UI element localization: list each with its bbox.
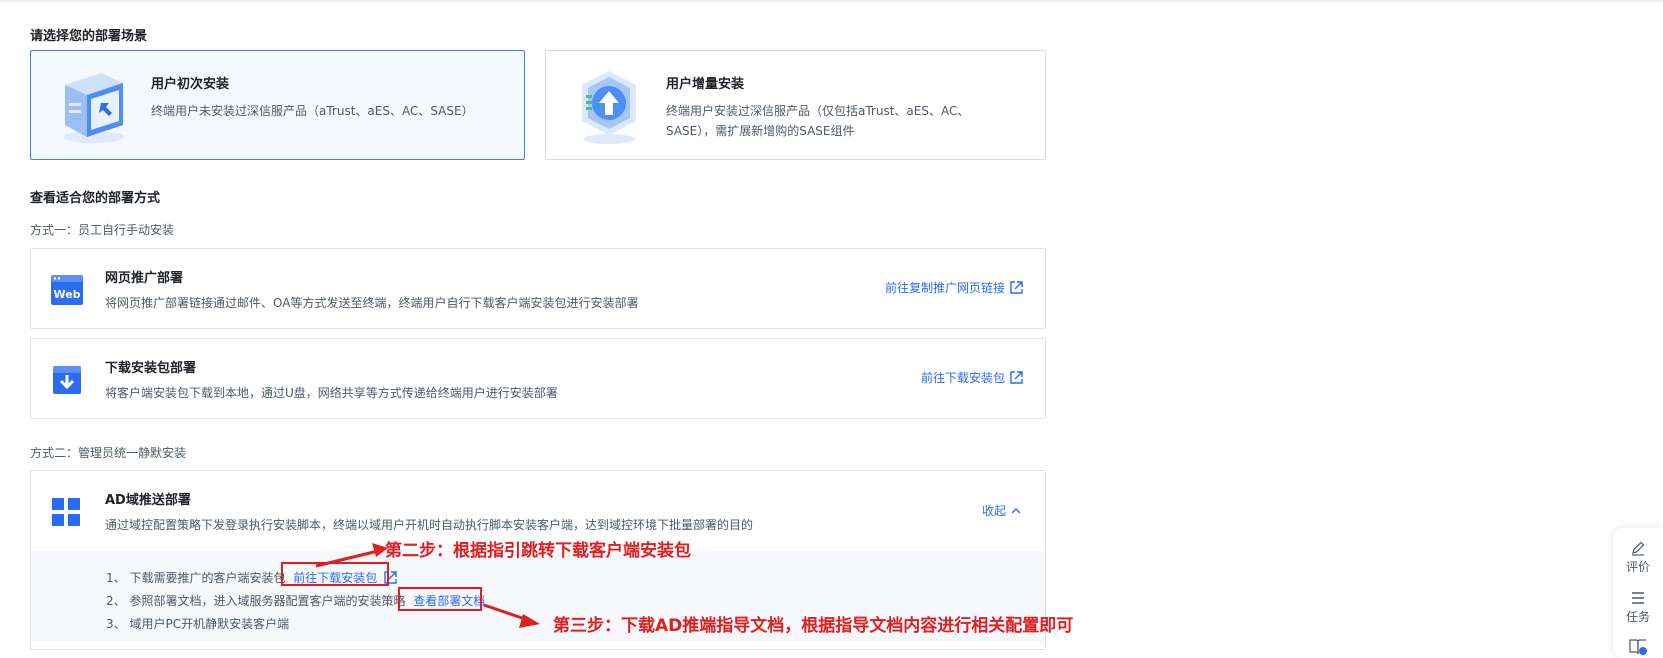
- review-label: 评价: [1625, 560, 1650, 574]
- method-card-web: Web 网页推广部署 将网页推广部署链接通过邮件、OA等方式发送至终端，终端用户…: [30, 248, 1046, 329]
- method-title: 网页推广部署: [105, 271, 184, 286]
- scene-desc: 终端用户未安装过深信服产品（aTrust、aES、AC、SASE）: [151, 104, 474, 118]
- manual-button[interactable]: [1613, 638, 1663, 658]
- method-title: AD域推送部署: [105, 493, 191, 508]
- task-button[interactable]: 任务: [1613, 590, 1663, 625]
- method-title: 下载安装包部署: [105, 361, 197, 376]
- review-button[interactable]: 评价: [1613, 540, 1663, 575]
- step-3: 3、 域用户PC开机静默安装客户端: [106, 615, 289, 632]
- edit-pen-icon: [1632, 541, 1645, 556]
- annotation-step3: 第三步：下载AD推端指导文档，根据指导文档内容进行相关配置即可: [553, 616, 1074, 636]
- method-card-download: 下载安装包部署 将客户端安装包下载到本地，通过U盘，网络共享等方式传递给终端用户…: [30, 338, 1046, 419]
- scene-card-incremental-install[interactable]: 用户增量安装 终端用户安装过深信服产品（仅包括aTrust、aES、AC、SAS…: [545, 50, 1046, 160]
- step-text: 2、 参照部署文档，进入域服务器配置客户端的安装策略: [106, 594, 406, 608]
- copy-promo-link-button[interactable]: 前往复制推广网页链接: [885, 279, 1023, 296]
- scene-card-first-install[interactable]: 用户初次安装 终端用户未安装过深信服产品（aTrust、aES、AC、SASE）: [30, 50, 525, 160]
- monitor-wrench-icon: [64, 73, 124, 143]
- external-link-icon: [1010, 371, 1023, 384]
- scene-desc: 终端用户安装过深信服产品（仅包括aTrust、aES、AC、SASE），需扩展新…: [666, 104, 970, 138]
- method-desc: 通过域控配置策略下发登录执行安装脚本，终端以域用户开机时自动执行脚本安装客户端，…: [105, 518, 754, 532]
- task-list-icon: [1632, 592, 1644, 604]
- collapse-label: 收起: [981, 504, 1006, 518]
- svg-text:Web: Web: [53, 288, 80, 301]
- download-package-icon: [51, 364, 83, 396]
- link-label: 前往下载安装包: [920, 371, 1005, 385]
- step-text: 1、 下载需要推广的客户端安装包: [106, 571, 286, 585]
- way2-label: 方式二：管理员统一静默安装: [30, 446, 187, 460]
- goto-download-package-button[interactable]: 前往下载安装包: [921, 369, 1023, 386]
- link-label: 前往复制推广网页链接: [884, 281, 1005, 295]
- task-label: 任务: [1625, 610, 1650, 624]
- scene-section-title: 请选择您的部署场景: [30, 29, 148, 44]
- annotation-box-step2: [281, 562, 389, 586]
- method-desc: 将网页推广部署链接通过邮件、OA等方式发送至终端，终端用户自行下载客户端安装包进…: [105, 296, 639, 310]
- method-section-title: 查看适合您的部署方式: [30, 191, 161, 206]
- external-link-icon: [1010, 281, 1023, 294]
- scene-title: 用户增量安装: [666, 77, 745, 92]
- scene-title: 用户初次安装: [151, 77, 230, 92]
- annotation-step2: 第二步：根据指引跳转下载客户端安装包: [385, 541, 691, 561]
- step-text: 3、 域用户PC开机静默安装客户端: [106, 617, 290, 631]
- book-help-icon: [1629, 639, 1647, 655]
- method-desc: 将客户端安装包下载到本地，通过U盘，网络共享等方式传递给终端用户进行安装部署: [105, 386, 558, 400]
- top-divider: [0, 0, 1663, 2]
- floating-side-widget: 评价 任务: [1613, 528, 1663, 658]
- chevron-up-icon: [1011, 508, 1021, 514]
- annotation-box-step3: [398, 587, 482, 611]
- ad-domain-icon: [51, 497, 83, 529]
- web-page-icon: Web: [51, 274, 83, 306]
- way1-label: 方式一：员工自行手动安装: [30, 223, 175, 237]
- upgrade-arrow-icon: [582, 71, 636, 144]
- collapse-toggle[interactable]: 收起: [982, 502, 1021, 519]
